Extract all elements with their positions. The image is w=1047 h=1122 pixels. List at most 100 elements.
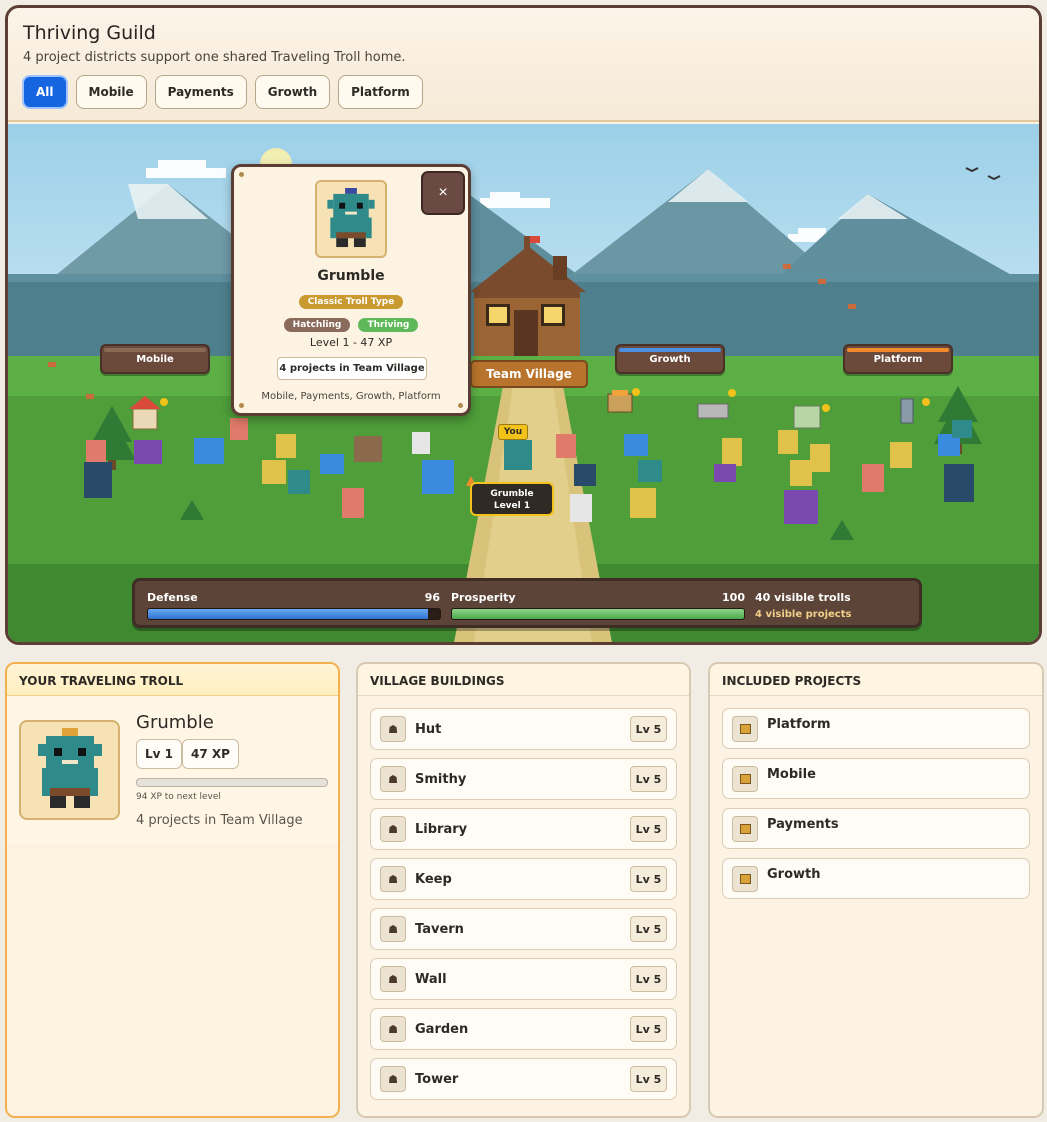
village-scene[interactable]: Mobile Growth Platform Team Village You … bbox=[8, 124, 1039, 642]
project-flag-icon bbox=[732, 715, 758, 742]
village-header: Thriving Guild 4 project districts suppo… bbox=[8, 8, 1039, 122]
building-label: Smithy bbox=[415, 771, 467, 787]
popup-level-line: Level 1 - 47 XP bbox=[309, 336, 393, 349]
project-row-platform[interactable]: Platform bbox=[722, 708, 1030, 749]
troll-projects-text: 4 projects in Team Village bbox=[136, 813, 303, 828]
building-label: Garden bbox=[415, 1021, 469, 1037]
popup-rivet bbox=[239, 403, 244, 408]
defense-bar bbox=[147, 608, 441, 620]
building-icon: ☗ bbox=[380, 866, 406, 892]
building-row-tower[interactable]: ☗ Tower Lv 5 bbox=[370, 1058, 677, 1100]
player-tag-level: Level 1 bbox=[493, 501, 531, 511]
troll-type-badge: Classic Troll Type bbox=[298, 295, 404, 309]
prosperity-value: 100 bbox=[722, 591, 745, 604]
building-icon: ☗ bbox=[380, 916, 406, 942]
buildings-card-heading: VILLAGE BUILDINGS bbox=[358, 664, 689, 696]
project-row-payments[interactable]: Payments bbox=[722, 808, 1030, 849]
building-icon: ☗ bbox=[380, 766, 406, 792]
building-level: Lv 5 bbox=[630, 1066, 667, 1092]
project-flag-icon bbox=[732, 815, 758, 842]
district-label-growth[interactable]: Growth bbox=[615, 344, 725, 374]
troll-card-heading: YOUR TRAVELING TROLL bbox=[7, 664, 338, 696]
filter-payments-button[interactable]: Payments bbox=[154, 75, 247, 109]
troll-card-body: Grumble Lv 1 47 XP 94 XP to next level 4… bbox=[7, 696, 338, 1116]
building-level: Lv 5 bbox=[630, 866, 667, 892]
building-label: Library bbox=[415, 821, 468, 837]
prosperity-bar bbox=[451, 608, 745, 620]
troll-level-chip: Lv 1 bbox=[136, 739, 182, 769]
troll-popup: × Grumble Classic Troll Type Hatchling T… bbox=[231, 164, 471, 416]
visible-projects-count: 4 visible projects bbox=[755, 609, 852, 620]
project-row-growth[interactable]: Growth bbox=[722, 858, 1030, 899]
building-row-smithy[interactable]: ☗ Smithy Lv 5 bbox=[370, 758, 677, 800]
buildings-list: ☗ Hut Lv 5 ☗ Smithy Lv 5 ☗ Library Lv 5 ☗ Keep L… bbox=[358, 696, 689, 1116]
page-title: Thriving Guild bbox=[23, 22, 156, 44]
popup-troll-name: Grumble bbox=[317, 268, 385, 284]
building-label: Tower bbox=[415, 1071, 459, 1087]
troll-xp-chip: 47 XP bbox=[182, 739, 239, 769]
stage-badge: Hatchling bbox=[283, 318, 351, 332]
project-label: Growth bbox=[767, 867, 821, 882]
troll-sprite-icon bbox=[327, 188, 375, 248]
troll-name: Grumble bbox=[136, 712, 214, 733]
player-name-tag[interactable]: Grumble Level 1 bbox=[470, 482, 554, 516]
included-projects-card: INCLUDED PROJECTS Platform Mobile Paymen… bbox=[708, 662, 1044, 1118]
building-level: Lv 5 bbox=[630, 916, 667, 942]
troll-avatar bbox=[19, 720, 120, 820]
building-row-library[interactable]: ☗ Library Lv 5 bbox=[370, 808, 677, 850]
building-row-hut[interactable]: ☗ Hut Lv 5 bbox=[370, 708, 677, 750]
popup-projects-list: Mobile, Payments, Growth, Platform bbox=[261, 391, 441, 402]
popup-projects-summary: 4 projects in Team Village bbox=[277, 357, 427, 380]
visible-trolls-count: 40 visible trolls bbox=[755, 591, 851, 604]
building-level: Lv 5 bbox=[630, 766, 667, 792]
building-level: Lv 5 bbox=[630, 816, 667, 842]
your-troll-card: YOUR TRAVELING TROLL Grumble Lv 1 47 XP … bbox=[5, 662, 340, 1118]
building-label: Tavern bbox=[415, 921, 464, 937]
defense-bar-fill bbox=[148, 609, 429, 619]
status-badge: Thriving bbox=[358, 318, 419, 332]
xp-progress-bar bbox=[136, 778, 328, 787]
project-label: Mobile bbox=[767, 767, 816, 782]
page-subtitle: 4 project districts support one shared T… bbox=[23, 50, 406, 65]
building-level: Lv 5 bbox=[630, 1016, 667, 1042]
popup-close-button[interactable]: × bbox=[421, 171, 465, 215]
filter-growth-button[interactable]: Growth bbox=[254, 75, 331, 109]
player-tag-name: Grumble bbox=[490, 489, 534, 499]
troll-sprite-icon bbox=[37, 728, 102, 808]
defense-label: Defense bbox=[147, 591, 198, 604]
popup-rivet bbox=[458, 403, 463, 408]
defense-value: 96 bbox=[424, 591, 440, 604]
filter-platform-button[interactable]: Platform bbox=[338, 75, 423, 109]
building-row-tavern[interactable]: ☗ Tavern Lv 5 bbox=[370, 908, 677, 950]
building-level: Lv 5 bbox=[630, 966, 667, 992]
district-filters: All Mobile Payments Growth Platform bbox=[22, 75, 423, 109]
building-row-garden[interactable]: ☗ Garden Lv 5 bbox=[370, 1008, 677, 1050]
prosperity-label: Prosperity bbox=[451, 591, 516, 604]
building-icon: ☗ bbox=[380, 816, 406, 842]
project-label: Platform bbox=[767, 717, 831, 732]
building-label: Hut bbox=[415, 721, 442, 737]
popup-type-row: Classic Troll Type bbox=[234, 289, 468, 309]
project-label: Payments bbox=[767, 817, 839, 832]
district-label-platform[interactable]: Platform bbox=[843, 344, 953, 374]
you-tag: You bbox=[498, 424, 528, 440]
project-row-mobile[interactable]: Mobile bbox=[722, 758, 1030, 799]
project-flag-icon bbox=[732, 865, 758, 892]
building-icon: ☗ bbox=[380, 1066, 406, 1092]
team-village-label[interactable]: Team Village bbox=[470, 360, 588, 388]
building-label: Wall bbox=[415, 971, 447, 987]
projects-list: Platform Mobile Payments Growth bbox=[710, 696, 1042, 1116]
filter-mobile-button[interactable]: Mobile bbox=[75, 75, 147, 109]
building-label: Keep bbox=[415, 871, 452, 887]
building-row-keep[interactable]: ☗ Keep Lv 5 bbox=[370, 858, 677, 900]
projects-card-heading: INCLUDED PROJECTS bbox=[710, 664, 1042, 696]
building-icon: ☗ bbox=[380, 716, 406, 742]
building-row-wall[interactable]: ☗ Wall Lv 5 bbox=[370, 958, 677, 1000]
project-flag-icon bbox=[732, 765, 758, 792]
village-panel: Thriving Guild 4 project districts suppo… bbox=[5, 5, 1042, 645]
building-icon: ☗ bbox=[380, 1016, 406, 1042]
popup-tags-row: Hatchling Thriving bbox=[234, 312, 468, 332]
filter-all-button[interactable]: All bbox=[22, 75, 68, 109]
xp-note: 94 XP to next level bbox=[136, 792, 221, 802]
district-label-mobile[interactable]: Mobile bbox=[100, 344, 210, 374]
